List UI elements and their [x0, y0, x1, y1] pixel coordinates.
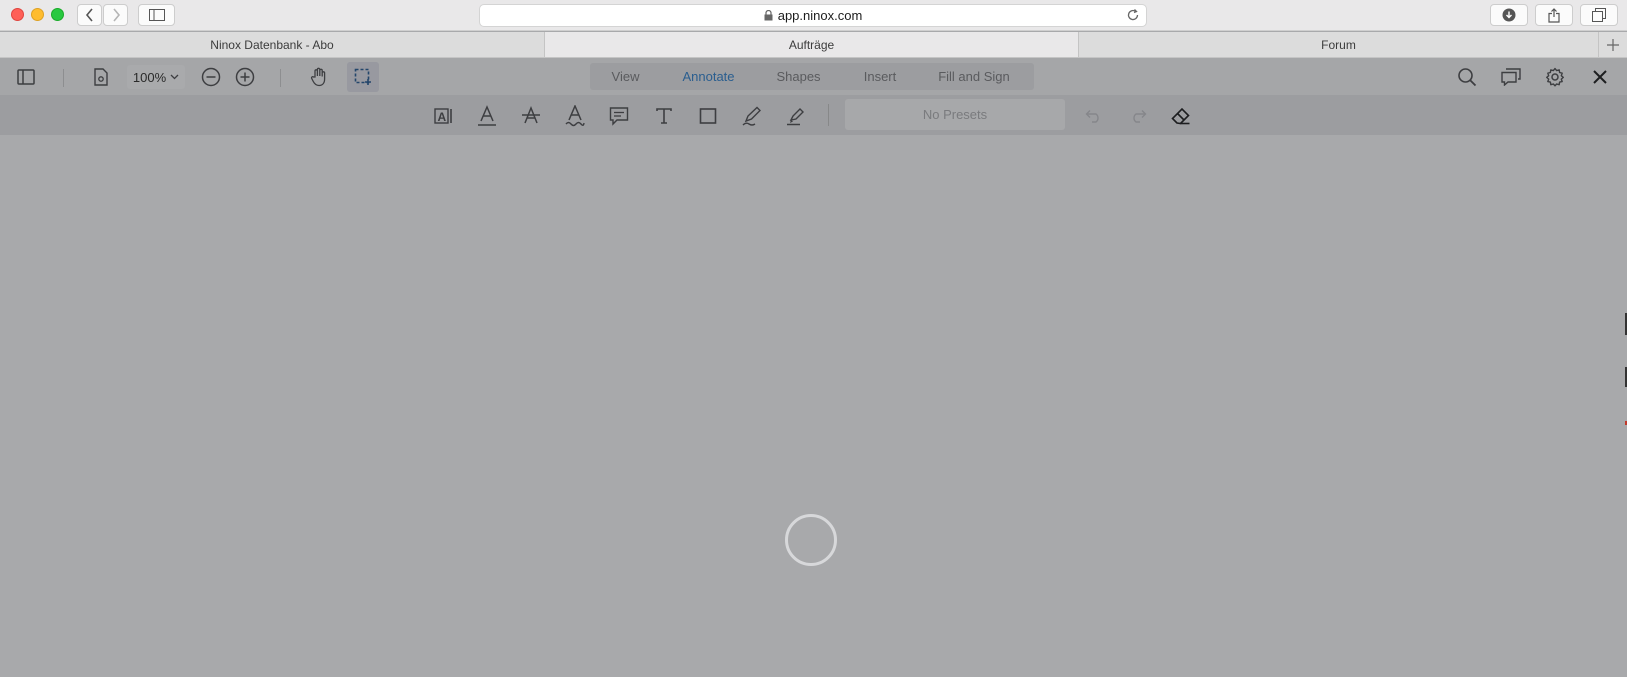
- gear-icon: [1546, 67, 1564, 87]
- undo-icon: [1085, 110, 1099, 123]
- marquee-select-icon: [354, 68, 371, 85]
- close-window-button[interactable]: [11, 8, 24, 21]
- tab-label: Ninox Datenbank - Abo: [210, 37, 334, 52]
- close-viewer-button[interactable]: [1588, 65, 1612, 89]
- zoom-window-button[interactable]: [51, 8, 64, 21]
- underline-icon: [478, 105, 496, 126]
- sidebar-icon: [148, 9, 165, 21]
- viewer-header: 100% View Annotate Shapes Insert Fill an…: [0, 58, 1627, 95]
- tab-auftraege[interactable]: Aufträge: [545, 32, 1079, 57]
- forward-button[interactable]: [103, 4, 128, 26]
- rectangle-icon: [699, 108, 717, 124]
- document-viewport[interactable]: [0, 135, 1627, 677]
- chevron-down-icon: [170, 74, 179, 80]
- scroll-edge-mark: [1623, 313, 1627, 335]
- zoom-out-button[interactable]: [199, 65, 223, 89]
- comments-panel-button[interactable]: [1499, 65, 1523, 89]
- scroll-edge-mark: [1623, 367, 1627, 387]
- sidebar-toggle-button[interactable]: [138, 4, 175, 26]
- rectangle-tool[interactable]: [696, 104, 720, 128]
- plus-icon: [1607, 38, 1619, 51]
- zoom-in-button[interactable]: [233, 65, 257, 89]
- undo-button[interactable]: [1082, 104, 1106, 128]
- select-tool-button[interactable]: [347, 62, 379, 92]
- chevron-left-icon: [85, 8, 93, 22]
- minus-circle-icon: [201, 67, 221, 87]
- text-icon: [656, 108, 672, 124]
- ribbon-tab-annotate[interactable]: Annotate: [661, 63, 756, 90]
- highlight-tool[interactable]: [784, 104, 808, 128]
- tab-label: Aufträge: [788, 37, 835, 52]
- squiggly-icon: [565, 105, 585, 127]
- ribbon-tabs: View Annotate Shapes Insert Fill and Sig…: [590, 63, 1034, 90]
- hand-icon: [310, 67, 326, 87]
- squiggly-tool[interactable]: [563, 104, 587, 128]
- text-box-icon: A: [434, 108, 452, 124]
- pen-icon: [742, 106, 761, 126]
- share-button[interactable]: [1535, 4, 1573, 26]
- text-tool[interactable]: [652, 104, 676, 128]
- tab-bar: Ninox Datenbank - Abo Aufträge Forum: [0, 32, 1627, 58]
- redo-button[interactable]: [1126, 104, 1150, 128]
- eraser-tool[interactable]: [1169, 104, 1193, 128]
- loading-spinner: [785, 514, 837, 566]
- tab-forum[interactable]: Forum: [1079, 32, 1599, 57]
- redo-icon: [1133, 110, 1147, 123]
- document-settings-button[interactable]: [89, 65, 113, 89]
- back-button[interactable]: [77, 4, 102, 26]
- divider: [828, 104, 829, 126]
- ribbon-tab-fill-and-sign[interactable]: Fill and Sign: [919, 63, 1029, 90]
- free-text-tool[interactable]: A: [432, 104, 456, 128]
- comments-icon: [1501, 68, 1521, 86]
- minimize-window-button[interactable]: [31, 8, 44, 21]
- document-gear-icon: [94, 68, 108, 86]
- panel-icon: [17, 69, 35, 85]
- zoom-dropdown[interactable]: 100%: [127, 65, 185, 89]
- divider: [280, 69, 281, 87]
- address-bar[interactable]: app.ninox.com: [479, 4, 1147, 27]
- tab-overview-button[interactable]: [1580, 4, 1618, 26]
- chevron-right-icon: [112, 8, 120, 22]
- browser-titlebar: app.ninox.com: [0, 0, 1627, 31]
- tab-label: Forum: [1321, 37, 1356, 52]
- divider: [63, 69, 64, 87]
- strikethrough-icon: [522, 105, 540, 124]
- eraser-icon: [1171, 107, 1190, 125]
- presets-dropdown[interactable]: No Presets: [845, 99, 1065, 130]
- scroll-edge-mark: [1623, 421, 1627, 425]
- underline-tool[interactable]: [475, 104, 499, 128]
- close-icon: [1593, 70, 1607, 84]
- share-icon: [1548, 7, 1560, 23]
- comment-icon: [609, 107, 629, 126]
- zoom-value: 100%: [132, 69, 167, 85]
- reload-icon[interactable]: [1126, 8, 1140, 25]
- panel-toggle-button[interactable]: [14, 65, 38, 89]
- ribbon-tab-insert[interactable]: Insert: [841, 63, 919, 90]
- annotation-toolbar: A No Presets: [0, 95, 1627, 135]
- pan-tool-button[interactable]: [307, 65, 331, 89]
- ribbon-tab-view[interactable]: View: [590, 63, 661, 90]
- presets-label: No Presets: [922, 107, 988, 122]
- plus-circle-icon: [235, 67, 255, 87]
- ribbon-tab-shapes[interactable]: Shapes: [756, 63, 841, 90]
- downloads-button[interactable]: [1490, 4, 1528, 26]
- settings-button[interactable]: [1543, 65, 1567, 89]
- search-button[interactable]: [1455, 65, 1479, 89]
- search-icon: [1458, 68, 1477, 87]
- new-tab-button[interactable]: [1599, 32, 1627, 57]
- strikeout-tool[interactable]: [519, 104, 543, 128]
- svg-text:A: A: [438, 110, 447, 124]
- freehand-tool[interactable]: [740, 104, 764, 128]
- tab-ninox-datenbank[interactable]: Ninox Datenbank - Abo: [0, 32, 545, 57]
- lock-icon: [764, 10, 773, 21]
- sticky-note-tool[interactable]: [607, 104, 631, 128]
- highlighter-icon: [787, 108, 804, 126]
- url-text: app.ninox.com: [777, 8, 863, 23]
- tabs-icon: [1592, 8, 1606, 22]
- download-icon: [1502, 8, 1516, 22]
